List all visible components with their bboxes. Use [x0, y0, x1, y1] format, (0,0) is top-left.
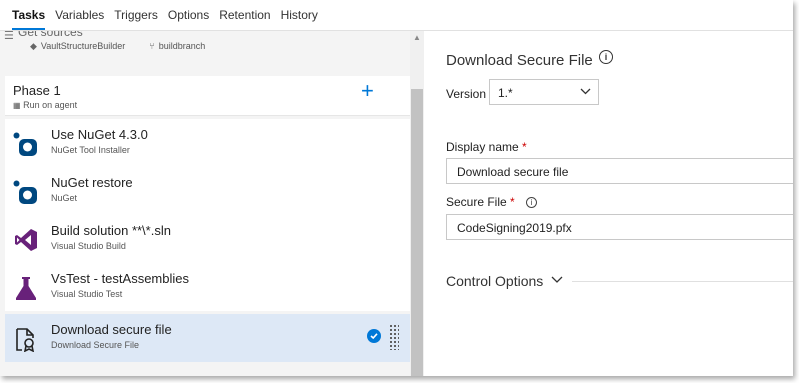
- repo-name: VaultStructureBuilder: [40, 41, 126, 51]
- branch-info: ⑂ buildbranch: [149, 41, 205, 52]
- control-options-toggle[interactable]: Control Options: [446, 273, 543, 289]
- required-mark: *: [522, 140, 527, 154]
- display-name-value: Download secure file: [457, 165, 569, 179]
- nuget-icon: [13, 180, 37, 204]
- version-dropdown[interactable]: 1.*: [489, 79, 599, 105]
- scroll-up-icon[interactable]: ▲: [413, 33, 421, 42]
- tab-variables[interactable]: Variables: [55, 8, 113, 30]
- secure-file-label-text: Secure File: [446, 195, 507, 209]
- repo-info: ◆ VaultStructureBuilder: [30, 41, 125, 52]
- display-name-label: Display name *: [446, 140, 527, 154]
- secure-file-label: Secure File * i: [446, 195, 538, 209]
- task-item[interactable]: VsTest - testAssemblies Visual Studio Te…: [5, 263, 410, 311]
- task-name: Build solution **\*.sln: [51, 223, 171, 238]
- drag-handle-icon[interactable]: [389, 324, 399, 350]
- phase-subtitle-text: Run on agent: [23, 100, 78, 110]
- chevron-down-icon: [580, 88, 591, 95]
- display-name-label-text: Display name: [446, 140, 519, 154]
- task-name: VsTest - testAssemblies: [51, 271, 189, 286]
- task-name: Download secure file: [51, 322, 172, 337]
- get-sources-item[interactable]: ☰ Get sources ◆ VaultStructureBuilder ⑂ bu…: [0, 31, 410, 71]
- required-mark: *: [510, 195, 515, 209]
- version-label: Version: [446, 87, 487, 101]
- task-item-selected[interactable]: Download secure file Download Secure Fil…: [5, 314, 410, 362]
- task-item[interactable]: NuGet restore NuGet: [5, 167, 410, 215]
- section-divider: [572, 281, 793, 282]
- tab-history[interactable]: History: [281, 8, 327, 30]
- task-details-title: Download Secure File: [446, 52, 593, 69]
- info-icon[interactable]: i: [526, 197, 538, 208]
- repository-icon: ◆: [30, 41, 37, 51]
- task-details-pane: Download Secure File i Version 1.* Displ…: [424, 31, 793, 376]
- visual-studio-icon: [15, 229, 37, 251]
- task-item[interactable]: Build solution **\*.sln Visual Studio Bu…: [5, 215, 410, 263]
- tab-bar: Tasks Variables Triggers Options Retenti…: [0, 0, 793, 31]
- task-list-pane: ☰ Get sources ◆ VaultStructureBuilder ⑂ bu…: [0, 31, 410, 376]
- menu-icon: ☰: [4, 31, 14, 42]
- secure-file-value: CodeSigning2019.pfx: [457, 221, 572, 235]
- agent-icon: ▦: [13, 101, 21, 110]
- phase-item[interactable]: Phase 1 ▦ Run on agent +: [5, 76, 410, 116]
- add-task-button[interactable]: +: [361, 80, 374, 102]
- build-definition-editor: Tasks Variables Triggers Options Retenti…: [0, 0, 793, 376]
- enabled-check-icon[interactable]: [367, 329, 381, 343]
- secure-file-input[interactable]: CodeSigning2019.pfx: [446, 214, 793, 240]
- branch-icon: ⑂: [149, 41, 155, 51]
- task-item[interactable]: Use NuGet 4.3.0 NuGet Tool Installer: [5, 119, 410, 167]
- task-type: Visual Studio Test: [51, 289, 123, 299]
- task-type: Download Secure File: [51, 340, 140, 350]
- nuget-icon: [13, 132, 37, 156]
- tab-retention[interactable]: Retention: [219, 8, 279, 30]
- task-name: NuGet restore: [51, 175, 133, 190]
- task-type: NuGet Tool Installer: [51, 145, 130, 155]
- phase-title: Phase 1: [13, 83, 61, 98]
- display-name-input[interactable]: Download secure file: [446, 158, 793, 184]
- branch-name: buildbranch: [158, 41, 206, 51]
- get-sources-title: Get sources: [18, 31, 83, 39]
- tab-triggers[interactable]: Triggers: [114, 8, 167, 30]
- tab-tasks[interactable]: Tasks: [12, 8, 54, 30]
- version-value: 1.*: [498, 86, 513, 100]
- flask-icon: [16, 277, 36, 300]
- chevron-down-icon[interactable]: [551, 276, 563, 284]
- task-list-scrollbar[interactable]: ▲: [410, 31, 424, 376]
- info-icon[interactable]: i: [599, 50, 613, 64]
- tab-options[interactable]: Options: [168, 8, 218, 30]
- source-meta: ◆ VaultStructureBuilder ⑂ buildbranch: [30, 41, 205, 52]
- task-name: Use NuGet 4.3.0: [51, 127, 148, 142]
- scroll-thumb[interactable]: [411, 89, 423, 376]
- secure-file-icon: [16, 328, 35, 352]
- phase-subtitle: ▦ Run on agent: [13, 100, 77, 110]
- task-type: NuGet: [51, 193, 78, 203]
- task-type: Visual Studio Build: [51, 241, 126, 251]
